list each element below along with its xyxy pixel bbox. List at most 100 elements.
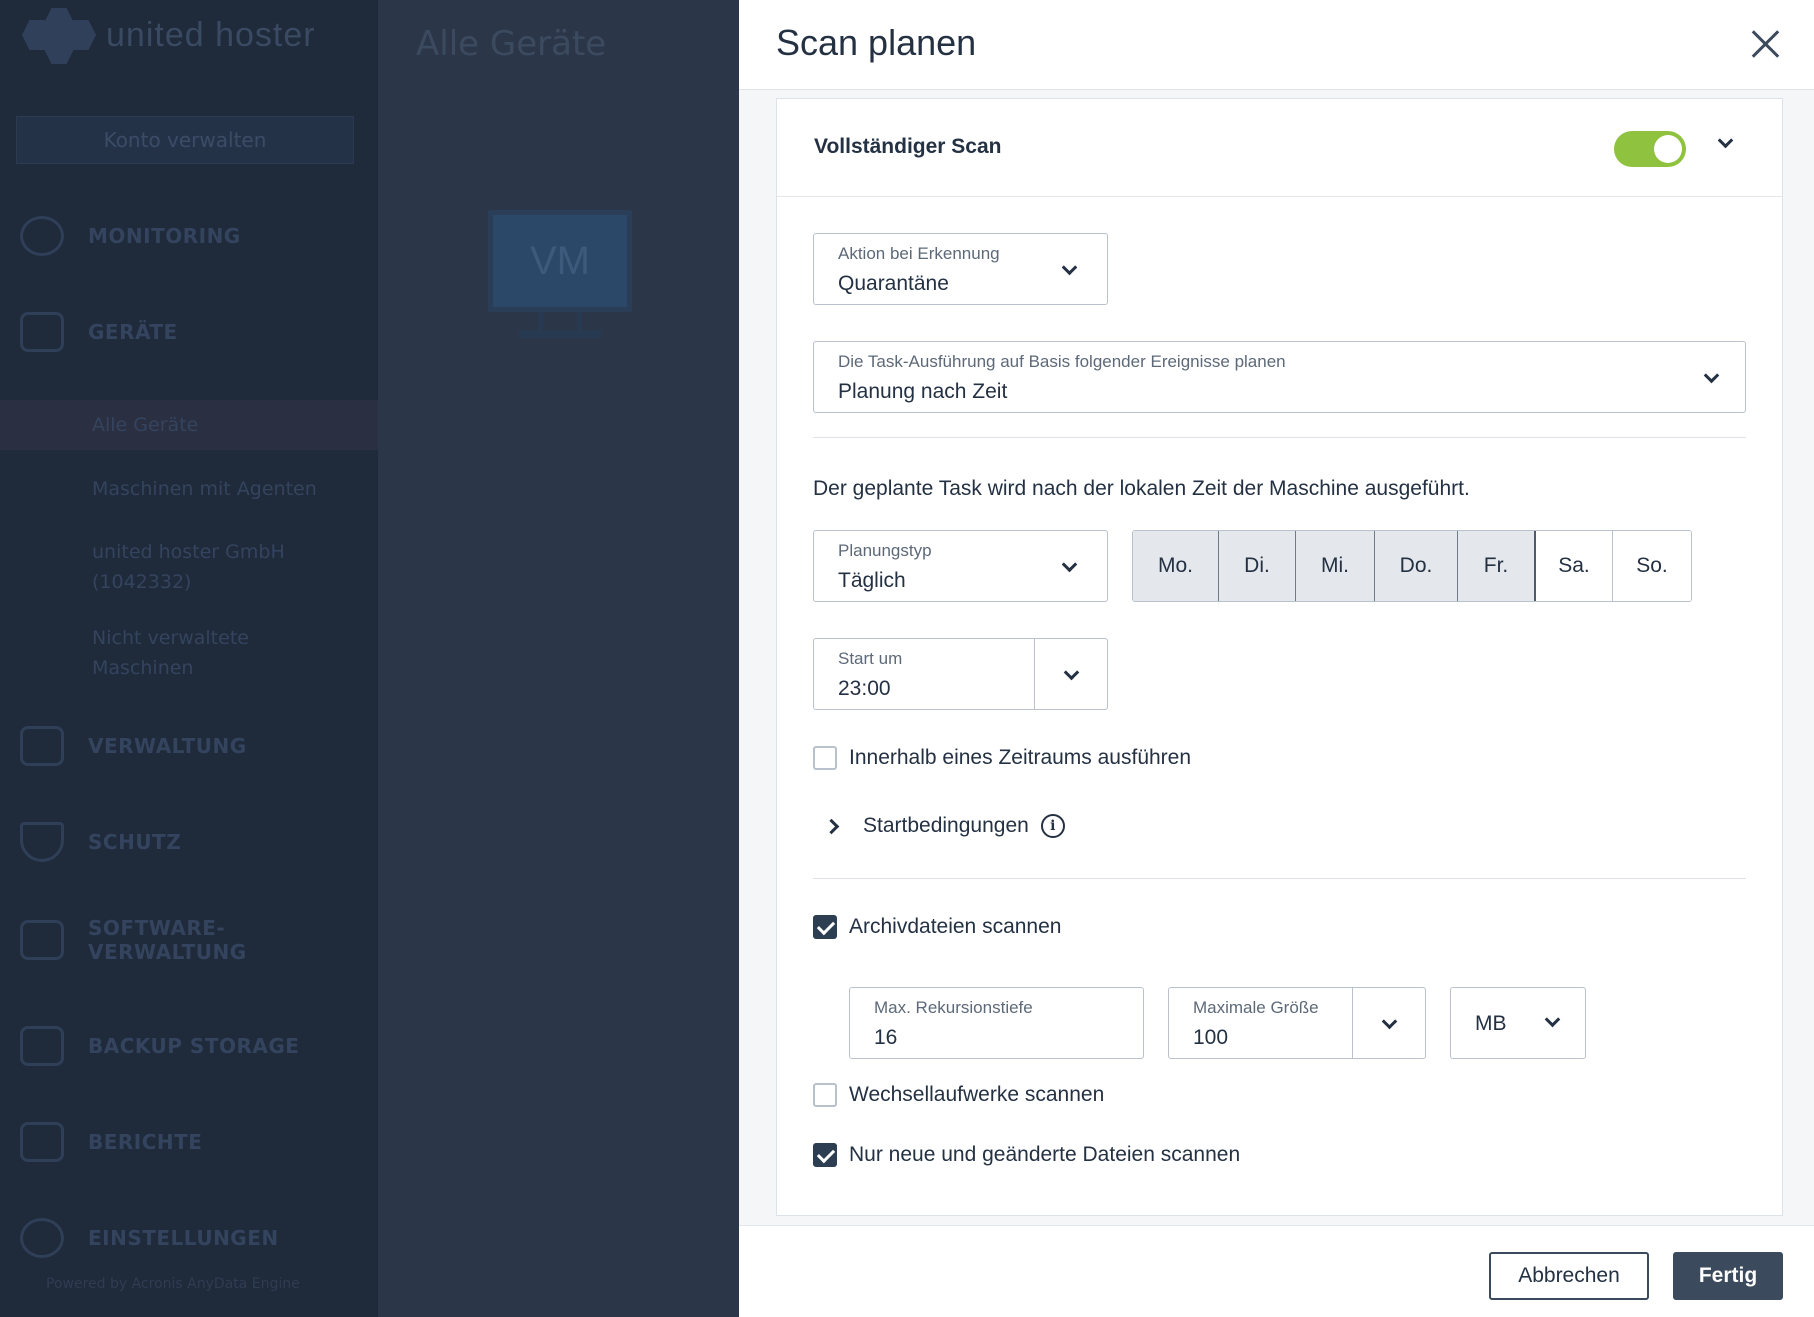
card-header: Vollständiger Scan [777,99,1782,197]
expander-label: Startbedingungen [863,814,1029,837]
nav-devices[interactable]: GERÄTE [0,312,378,352]
max-size-input[interactable]: Maximale Größe 100 [1168,987,1426,1059]
done-button[interactable]: Fertig [1673,1252,1783,1300]
nav-label-line1: SOFTWARE- [88,916,226,940]
sub-nav-unmanaged-line2: Maschinen [92,657,194,679]
field-separator [1352,988,1353,1058]
checkbox-label: Archivdateien scannen [849,915,1062,938]
only-new-changed-checkbox[interactable] [813,1143,837,1167]
only-new-changed-option[interactable]: Nur neue und geänderte Dateien scannen [813,1143,1240,1167]
field-label: Aktion bei Erkennung [838,244,1000,263]
copy-icon [20,726,64,766]
sub-nav-agents[interactable]: Maschinen mit Agenten [0,474,378,504]
nav-label-line2: VERWALTUNG [88,940,247,964]
chevron-down-icon[interactable] [1063,664,1080,681]
close-icon[interactable] [1746,24,1786,64]
sub-nav-company-line1: united hoster GmbH [92,541,285,563]
dialog-title: Scan planen [776,22,977,63]
page-title: Alle Geräte [416,24,607,64]
nav-backup-storage[interactable]: BACKUP STORAGE [0,1026,378,1066]
sidebar: united hoster Konto verwalten MONITORING… [0,0,378,1317]
cancel-button[interactable]: Abbrechen [1489,1252,1649,1300]
day-monday[interactable]: Mo. [1133,531,1219,601]
max-recursion-input[interactable]: Max. Rekursionstiefe 16 [849,987,1144,1059]
vm-base [518,330,602,338]
day-tuesday[interactable]: Di. [1219,531,1296,601]
vm-device-icon[interactable]: VM [488,210,632,312]
nav-protection[interactable]: SCHUTZ [0,822,378,862]
day-sunday[interactable]: So. [1613,531,1691,601]
section-title: Vollständiger Scan [814,135,1002,158]
gear-icon [20,1218,64,1258]
sub-nav-unmanaged[interactable]: Nicht verwaltete Maschinen [0,623,378,683]
field-label: Maximale Größe [1193,998,1319,1017]
within-range-checkbox[interactable] [813,746,837,770]
account-button[interactable]: Konto verwalten [16,116,354,164]
divider [813,437,1746,438]
chevron-down-icon [1061,259,1078,276]
field-label: Die Task-Ausführung auf Basis folgender … [838,352,1286,371]
field-label: Max. Rekursionstiefe [874,998,1033,1017]
sub-nav-company[interactable]: united hoster GmbH (1042332) [0,537,378,597]
planning-type-select[interactable]: Planungstyp Täglich [813,530,1108,602]
logo-text: united hoster [106,15,316,54]
day-thursday[interactable]: Do. [1375,531,1458,601]
sub-nav-company-line2: (1042332) [92,571,192,593]
divider [813,878,1746,879]
dialog-footer: Abbrechen Fertig [739,1225,1814,1317]
nav-monitoring[interactable]: MONITORING [0,216,378,256]
within-range-option[interactable]: Innerhalb eines Zeitraums ausführen [813,746,1191,770]
nav-label: VERWALTUNG [88,734,247,758]
local-time-info: Der geplante Task wird nach der lokalen … [813,477,1470,500]
scan-archives-checkbox[interactable] [813,915,837,939]
gauge-icon [20,216,64,256]
nav-label: SCHUTZ [88,830,182,854]
removable-drives-checkbox[interactable] [813,1083,837,1107]
action-on-detection-select[interactable]: Aktion bei Erkennung Quarantäne [813,233,1108,305]
monitor-icon [20,312,64,352]
sidebar-footer: Powered by Acronis AnyData Engine [46,1276,300,1292]
nav-reports[interactable]: BERICHTE [0,1122,378,1162]
field-value: Planung nach Zeit [838,380,1008,403]
sub-nav-all-devices[interactable]: Alle Geräte [0,400,378,450]
scan-archives-option[interactable]: Archivdateien scannen [813,915,1061,939]
chevron-down-icon [1703,367,1720,384]
field-value: Täglich [838,569,906,592]
logo: united hoster [20,0,316,70]
nav-software-management[interactable]: SOFTWARE- VERWALTUNG [0,916,378,964]
chevron-down-icon [1544,1011,1561,1028]
logo-hex-icon [20,0,96,70]
nav-label: MONITORING [88,224,241,248]
nav-label: BERICHTE [88,1130,203,1154]
schedule-event-select[interactable]: Die Task-Ausführung auf Basis folgender … [813,341,1746,413]
sub-nav-unmanaged-line1: Nicht verwaltete [92,627,249,649]
clipboard-icon [20,1122,64,1162]
field-value: 16 [874,1026,898,1049]
removable-drives-option[interactable]: Wechsellaufwerke scannen [813,1083,1104,1107]
start-conditions-expander[interactable]: Startbedingungen i [823,814,1065,838]
main-content: Alle Geräte VM [378,0,739,1317]
full-scan-toggle[interactable] [1614,131,1686,167]
field-value: Quarantäne [838,272,949,295]
scan-schedule-dialog: Scan planen Vollständiger Scan Aktion be… [739,0,1814,1317]
start-time-field[interactable]: Start um 23:00 [813,638,1108,710]
info-icon[interactable]: i [1040,814,1065,838]
toggle-knob [1654,135,1682,163]
dialog-header: Scan planen [739,0,1814,90]
vm-label: VM [530,238,590,283]
collapse-chevron-icon[interactable] [1717,132,1734,149]
nav-settings[interactable]: EINSTELLUNGEN [0,1218,378,1258]
size-unit-select[interactable]: MB [1450,987,1586,1059]
day-friday[interactable]: Fr. [1458,531,1536,601]
field-label: Start um [838,649,903,668]
checkbox-label: Nur neue und geänderte Dateien scannen [849,1143,1241,1166]
nav-label: EINSTELLUNGEN [88,1226,279,1250]
day-wednesday[interactable]: Mi. [1296,531,1375,601]
day-saturday[interactable]: Sa. [1536,531,1613,601]
chevron-down-icon [1061,556,1078,573]
download-icon [20,920,64,960]
nav-management[interactable]: VERWALTUNG [0,726,378,766]
checkbox-label: Wechsellaufwerke scannen [849,1083,1105,1106]
chevron-down-icon[interactable] [1381,1013,1398,1030]
field-separator [1034,639,1035,709]
